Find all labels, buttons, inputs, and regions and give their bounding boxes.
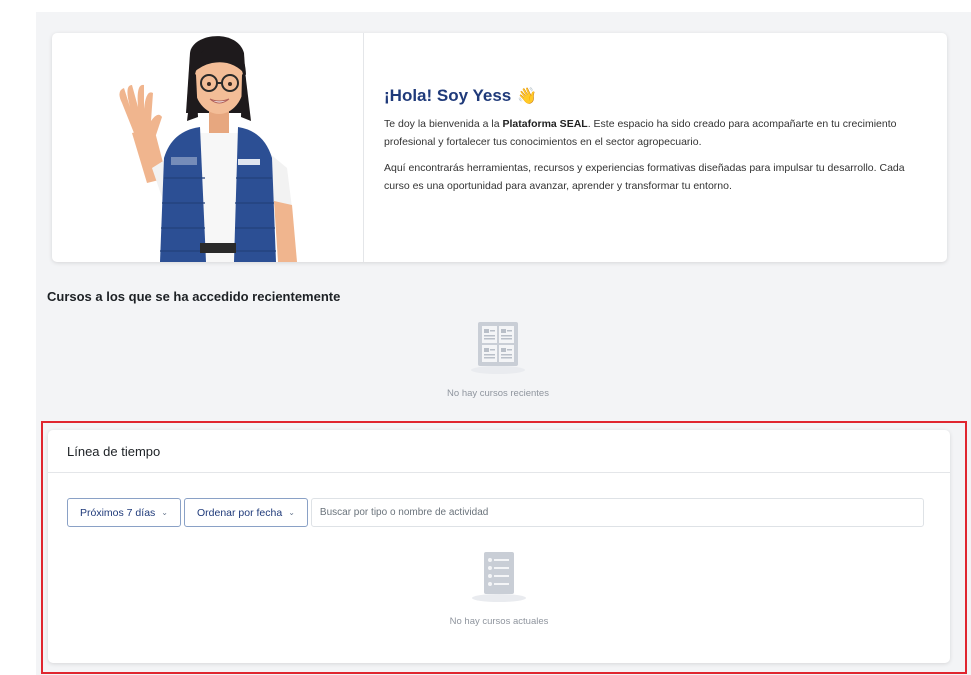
welcome-message: ¡Hola! Soy Yess 👋 Te doy la bienvenida a… xyxy=(364,33,947,262)
welcome-paragraph-1: Te doy la bienvenida a la Plataforma SEA… xyxy=(384,115,917,151)
timeline-sort-dropdown[interactable]: Ordenar por fecha ⌄ xyxy=(183,498,308,527)
welcome-title: ¡Hola! Soy Yess 👋 xyxy=(384,86,917,106)
waving-hand-icon: 👋 xyxy=(517,88,538,105)
platform-name: Plataforma SEAL xyxy=(502,118,588,130)
avatar-illustration xyxy=(52,33,364,262)
timeline-filter-dropdown[interactable]: Próximos 7 días ⌄ xyxy=(67,498,181,527)
timeline-filter-label: Próximos 7 días xyxy=(80,506,156,519)
activity-list-icon xyxy=(472,552,526,602)
recent-courses-title: Cursos a los que se ha accedido reciente… xyxy=(47,289,341,304)
timeline-block: Línea de tiempo Próximos 7 días ⌄ Ordena… xyxy=(48,430,950,663)
chevron-down-icon: ⌄ xyxy=(161,508,168,517)
timeline-title: Línea de tiempo xyxy=(48,430,950,473)
welcome-paragraph-2: Aquí encontrarás herramientas, recursos … xyxy=(384,162,905,192)
welcome-card: ¡Hola! Soy Yess 👋 Te doy la bienvenida a… xyxy=(52,33,947,262)
welcome-title-text: ¡Hola! Soy Yess xyxy=(384,86,512,105)
timeline-search-input[interactable] xyxy=(310,498,924,527)
timeline-empty-state: No hay cursos actuales xyxy=(419,550,579,627)
timeline-controls: Próximos 7 días ⌄ Ordenar por fecha ⌄ xyxy=(67,498,924,527)
course-grid-icon xyxy=(471,322,525,374)
recent-courses-empty-text: No hay cursos recientes xyxy=(447,388,549,399)
chevron-down-icon: ⌄ xyxy=(288,508,295,517)
woman-waving-avatar-icon xyxy=(119,36,297,262)
timeline-sort-label: Ordenar por fecha xyxy=(196,506,283,519)
timeline-empty-text: No hay cursos actuales xyxy=(449,616,549,627)
recent-courses-empty-state: No hay cursos recientes xyxy=(418,318,578,399)
welcome-intro-before: Te doy la bienvenida a la xyxy=(384,118,503,130)
